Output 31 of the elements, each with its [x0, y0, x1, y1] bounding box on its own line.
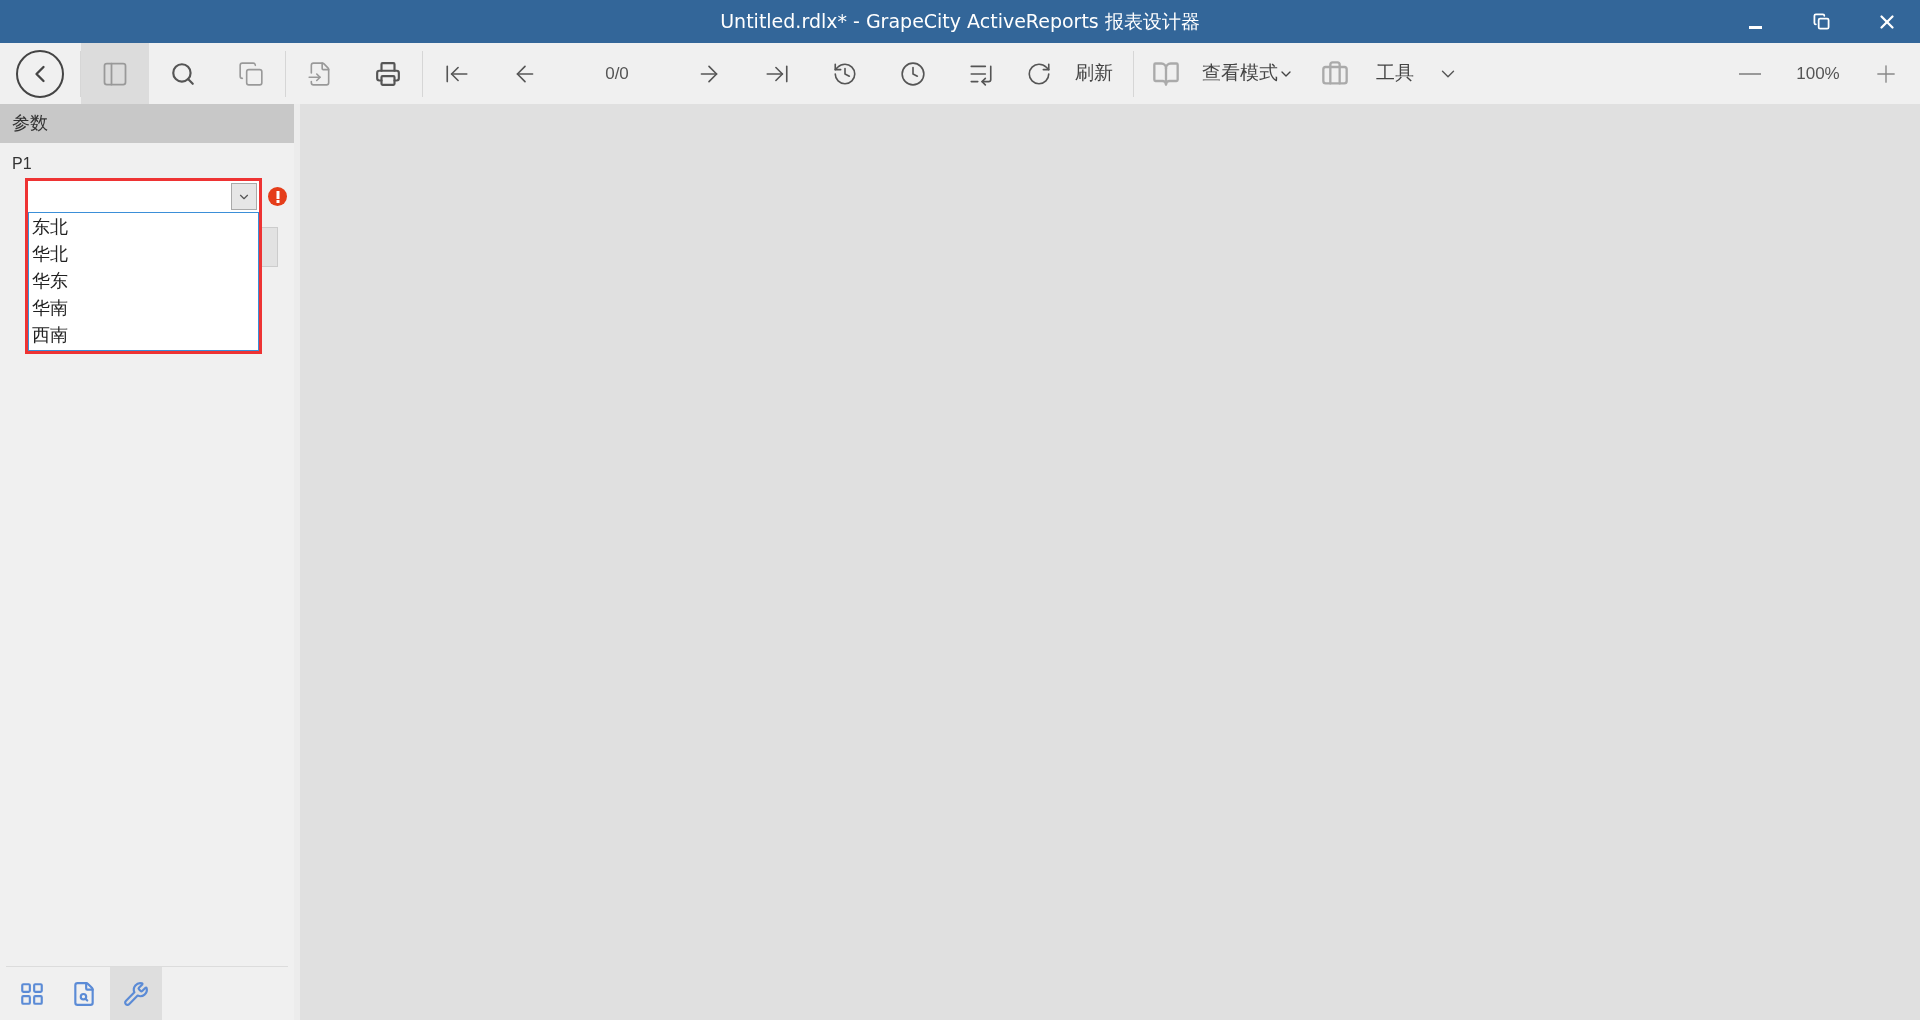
grid-icon [19, 980, 45, 1007]
wrench-tab[interactable] [110, 967, 162, 1020]
minus-icon [1739, 72, 1761, 75]
refresh-button[interactable]: 刷新 [1063, 43, 1125, 104]
refresh-icon [1026, 60, 1052, 87]
printer-icon [375, 60, 401, 87]
minimize-icon [1748, 26, 1762, 29]
panel-title: 参数 [12, 112, 48, 135]
restore-icon [1812, 13, 1830, 30]
search-icon [170, 60, 196, 87]
zoom-level: 100% [1795, 62, 1841, 85]
book-icon [1152, 59, 1180, 88]
history-icon [832, 60, 858, 87]
tools-button[interactable]: 工具 [1372, 43, 1418, 104]
page-number: 0/0 [604, 62, 630, 85]
document-search-icon [71, 980, 97, 1007]
toolbox-icon [1321, 59, 1349, 88]
dropdown-option[interactable]: 西南 [29, 322, 258, 349]
copy-icon [238, 60, 264, 87]
dropdown-option[interactable]: 东北 [29, 214, 258, 241]
dropdown-option[interactable]: 华东 [29, 268, 258, 295]
error-icon [268, 187, 287, 206]
sidebar-toggle-button[interactable] [81, 43, 149, 104]
dropdown-button[interactable] [231, 183, 257, 210]
dropdown-option[interactable]: 华南 [29, 295, 258, 322]
parameter-label: P1 [12, 154, 32, 174]
window-title: Untitled.rdlx* - GrapeCity ActiveReports 报表设计器 [720, 9, 1200, 35]
wrench-icon [123, 980, 149, 1007]
view-mode-dropdown[interactable]: 查看模式 [1198, 43, 1298, 104]
clock-icon [900, 60, 926, 87]
dropdown-option[interactable]: 华北 [29, 241, 258, 268]
